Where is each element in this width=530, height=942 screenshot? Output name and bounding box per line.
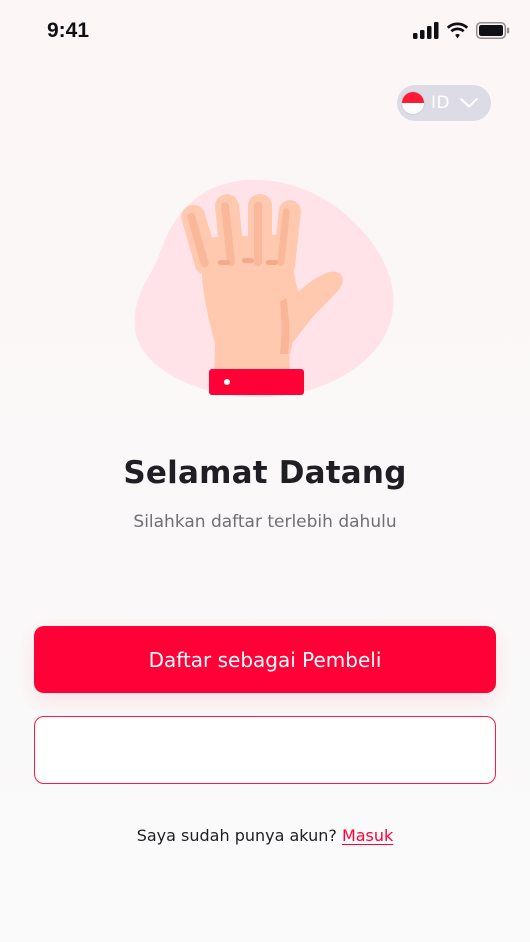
- signal-icon: [413, 22, 439, 39]
- status-icons: [413, 22, 510, 39]
- welcome-title: Selamat Datang: [123, 455, 407, 491]
- wifi-icon: [446, 22, 469, 39]
- login-link[interactable]: Masuk: [342, 826, 393, 845]
- register-buyer-button[interactable]: Daftar sebagai Pembeli: [34, 626, 496, 693]
- login-prompt-text: Saya sudah punya akun?: [136, 826, 337, 845]
- battery-icon: [476, 22, 510, 39]
- status-time: 9:41: [47, 19, 90, 42]
- chevron-down-icon: [459, 94, 479, 113]
- status-bar: 9:41: [0, 0, 530, 64]
- welcome-subtitle: Silahkan daftar terlebih dahulu: [133, 512, 397, 532]
- secondary-register-button[interactable]: [34, 716, 496, 784]
- language-code: ID: [431, 93, 450, 113]
- register-buyer-label: Daftar sebagai Pembeli: [148, 647, 382, 672]
- login-prompt: Saya sudah punya akun? Masuk: [0, 826, 530, 845]
- waving-hand-illustration: [130, 178, 400, 403]
- indonesia-flag-icon: [402, 92, 424, 114]
- illustration-cuff: [209, 369, 304, 395]
- language-selector[interactable]: ID: [397, 85, 491, 121]
